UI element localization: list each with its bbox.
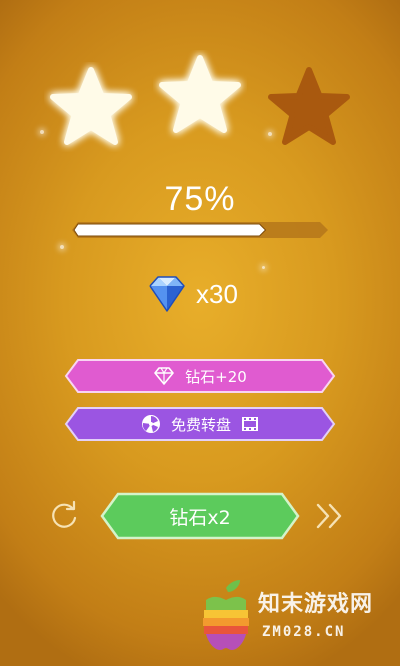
reward-count: x30	[196, 278, 238, 309]
fast-forward-icon[interactable]	[314, 500, 346, 532]
progress-percent: 75%	[164, 180, 236, 218]
watermark-domain: ZM028.CN	[262, 624, 346, 640]
apple-logo-watermark	[203, 580, 249, 650]
free-wheel-label: 免费转盘	[170, 415, 231, 434]
double-diamond-button[interactable]: 钻石x2	[100, 492, 300, 540]
star-earned-1	[50, 67, 132, 145]
diamond-bonus-button[interactable]: 钻石+20	[64, 358, 336, 394]
wheel-icon	[141, 415, 160, 433]
sparkle	[262, 266, 265, 269]
reward-display: x30	[142, 270, 238, 318]
sparkle	[60, 245, 64, 249]
star-empty-3	[268, 67, 350, 145]
diamond-outline-icon	[154, 367, 174, 385]
progress-bar	[72, 222, 328, 238]
diamond-bonus-label: 钻石+20	[185, 367, 247, 386]
free-wheel-button[interactable]: 免费转盘	[64, 406, 336, 442]
retry-icon[interactable]	[48, 500, 80, 532]
watermark-chinese: 知末游戏网	[258, 592, 374, 617]
star-earned-2	[159, 55, 241, 133]
diamond-icon	[149, 276, 185, 312]
double-diamond-label: 钻石x2	[169, 506, 231, 529]
video-icon	[242, 417, 258, 431]
